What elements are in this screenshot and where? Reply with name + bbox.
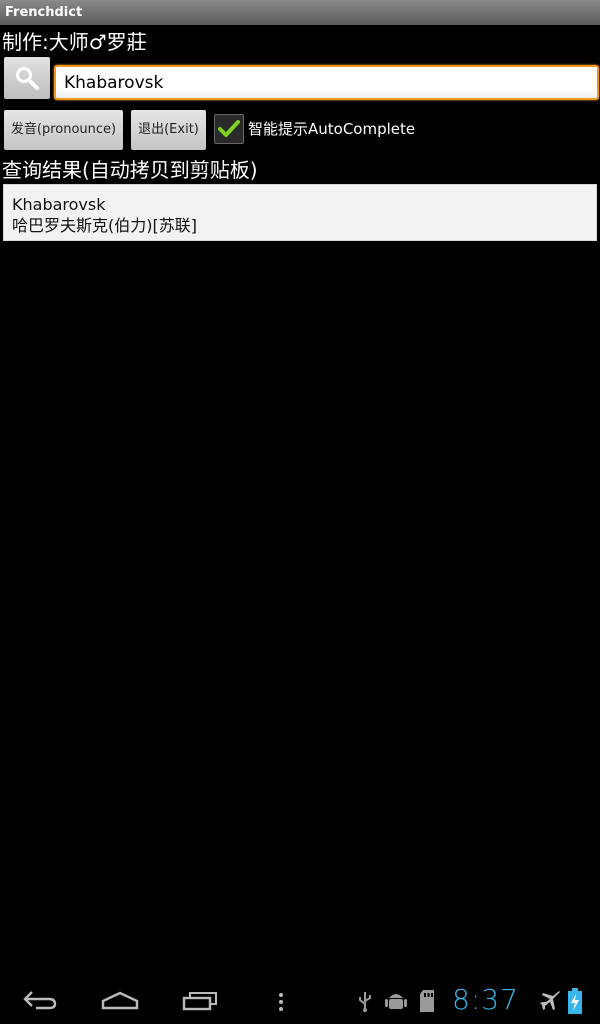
recent-apps-icon[interactable] <box>182 988 220 1012</box>
checkmark-icon <box>218 120 240 137</box>
airplane-mode-icon <box>540 991 560 1010</box>
autocomplete-label[interactable]: 智能提示AutoComplete <box>248 118 415 140</box>
back-icon[interactable] <box>22 988 58 1012</box>
pronounce-button[interactable]: 发音(pronounce) <box>4 110 123 150</box>
exit-button[interactable]: 退出(Exit) <box>131 110 206 150</box>
result-translation: 哈巴罗夫斯克(伯力)[苏联] <box>12 216 197 235</box>
app-title-bar: Frenchdict <box>0 0 600 25</box>
battery-charging-icon <box>568 988 582 1014</box>
author-label: 制作:大师♂罗莊 <box>2 30 147 54</box>
home-icon[interactable] <box>100 988 140 1012</box>
status-clock: 8:37 <box>452 983 519 1016</box>
result-word: Khabarovsk <box>12 195 106 214</box>
app-title: Frenchdict <box>5 5 83 20</box>
autocomplete-checkbox[interactable] <box>214 114 244 144</box>
result-item[interactable]: Khabarovsk 哈巴罗夫斯克(伯力)[苏联] <box>3 184 597 241</box>
usb-icon <box>359 992 371 1012</box>
android-debug-icon <box>385 994 407 1009</box>
sd-card-icon <box>420 990 434 1012</box>
search-icon <box>16 67 39 90</box>
menu-overflow-icon[interactable] <box>277 992 285 1012</box>
search-field-frame <box>54 65 599 100</box>
results-header: 查询结果(自动拷贝到剪贴板) <box>2 158 258 182</box>
search-button[interactable] <box>4 57 50 99</box>
search-input[interactable] <box>56 67 597 98</box>
